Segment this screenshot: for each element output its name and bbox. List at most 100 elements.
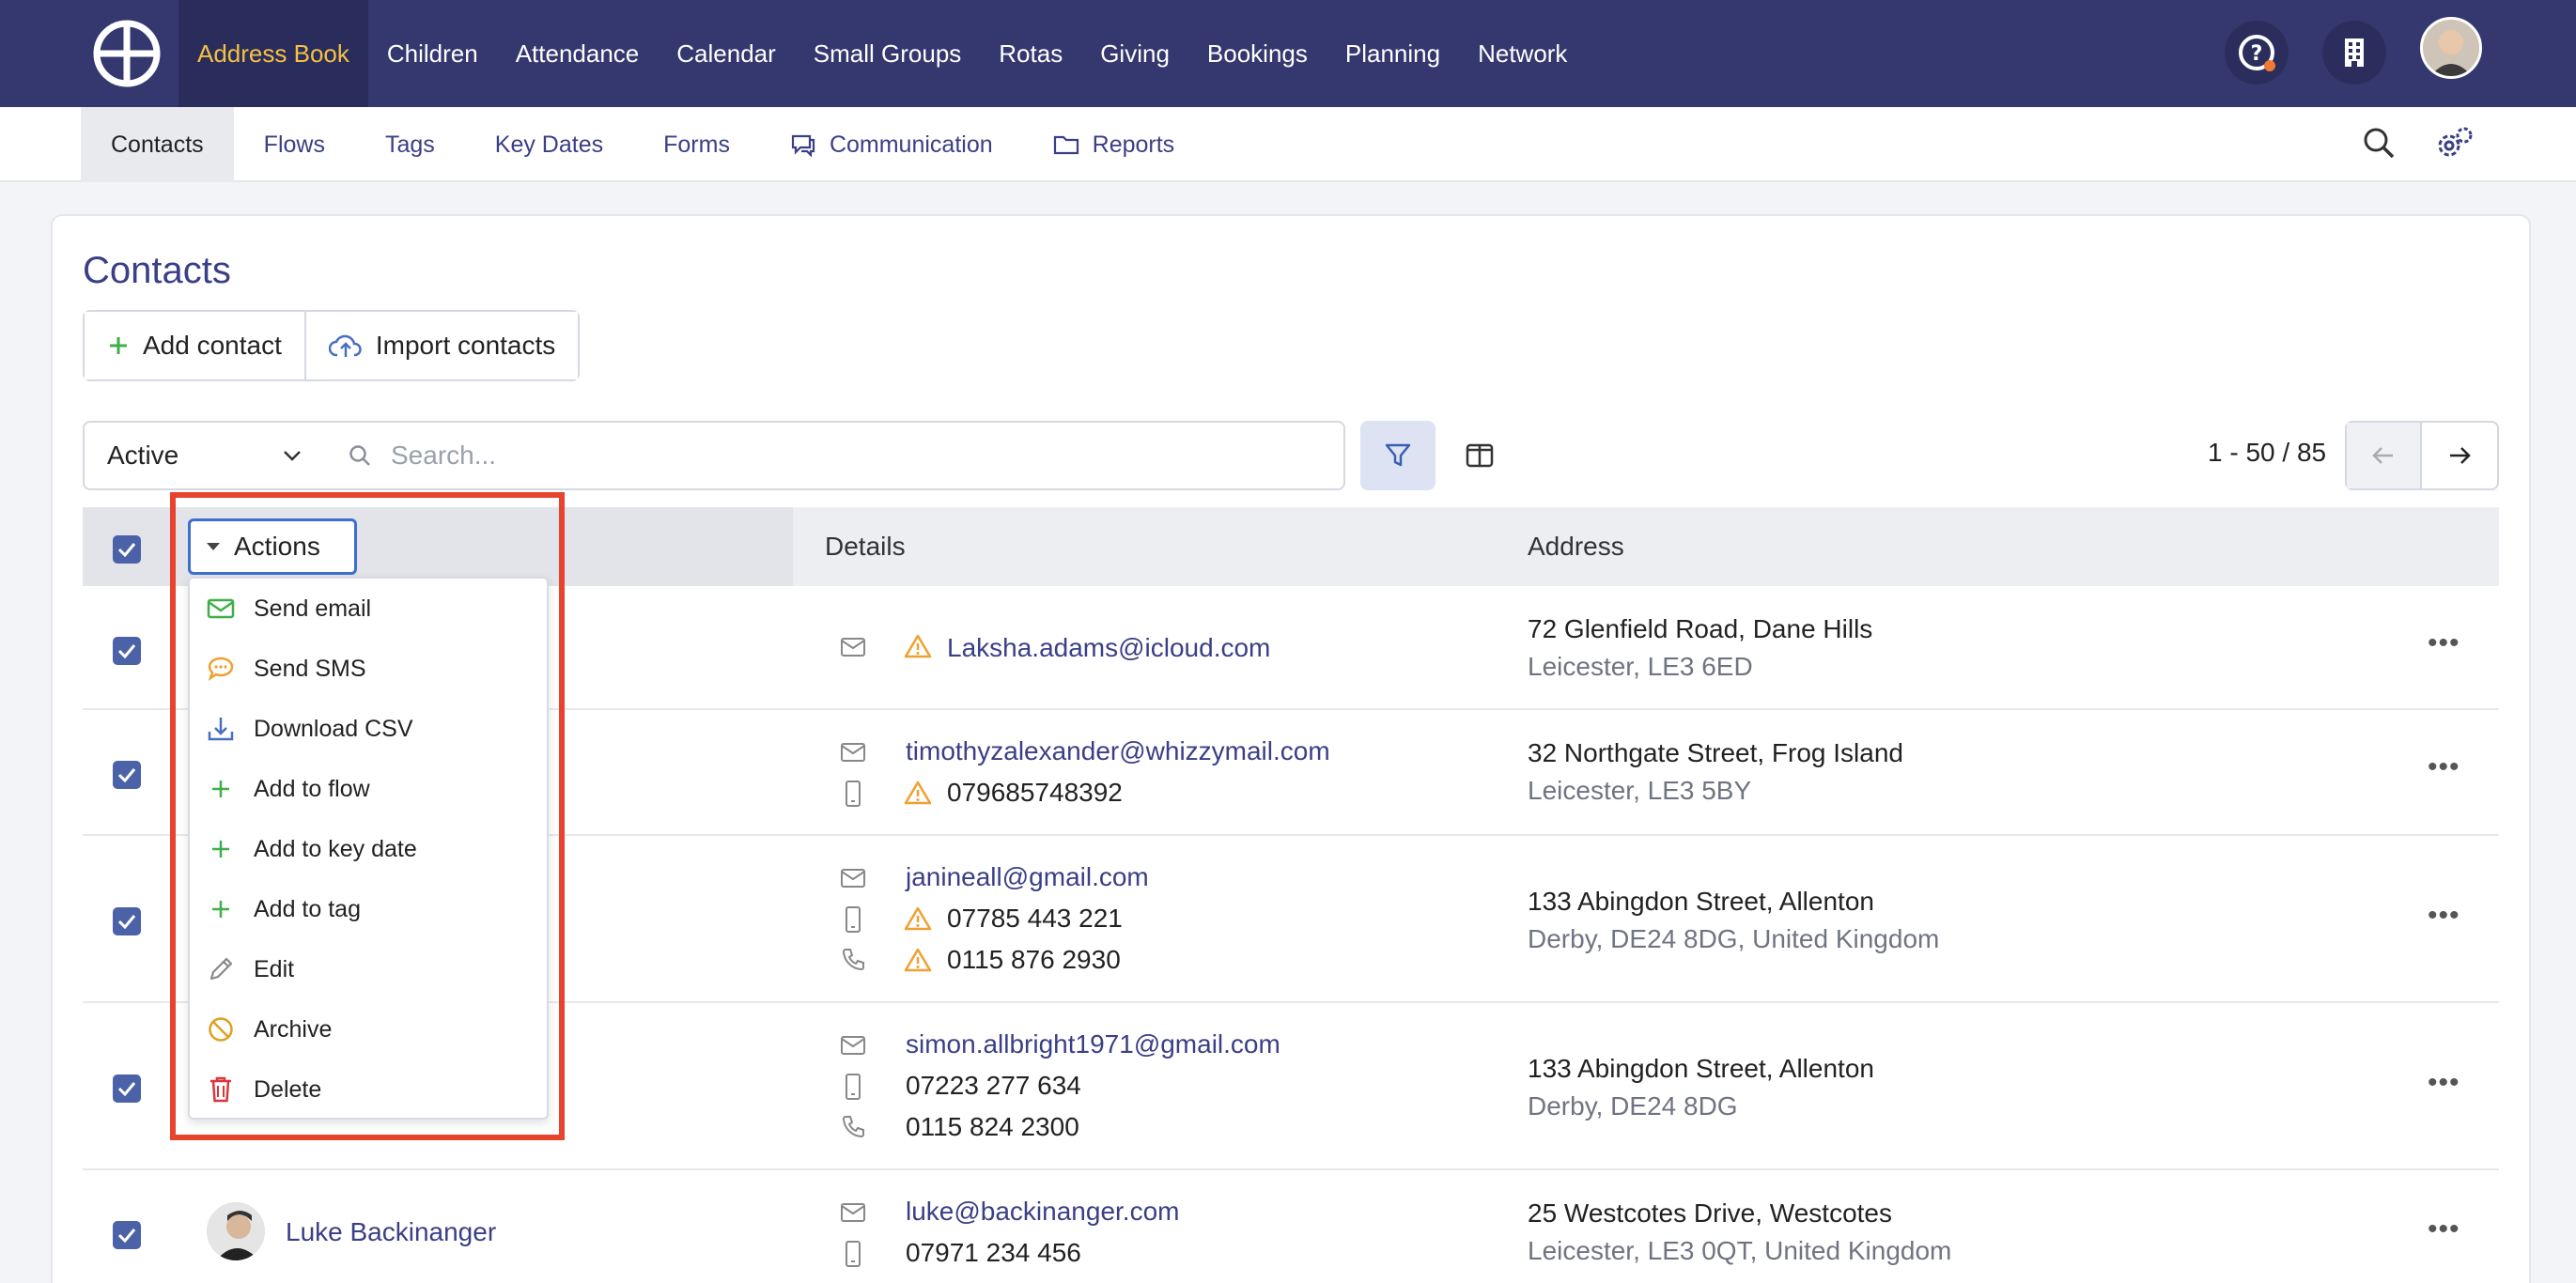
filter-button[interactable] [1360, 421, 1435, 490]
contact-email[interactable]: Laksha.adams@icloud.com [947, 633, 1270, 663]
menu-item-add-to-flow[interactable]: Add to flow [190, 759, 547, 819]
tab-flows[interactable]: Flows [234, 107, 355, 182]
contact-name[interactable]: Luke Backinanger [286, 1217, 496, 1247]
next-page-button[interactable] [2422, 423, 2497, 488]
actions-dropdown-button[interactable]: Actions [188, 518, 357, 575]
address-line2: Derby, DE24 8DG [1528, 1091, 1738, 1121]
menu-item-edit[interactable]: Edit [190, 939, 547, 999]
tab-tags[interactable]: Tags [355, 107, 465, 182]
arrow-right-icon [2450, 447, 2471, 464]
header-address[interactable]: Address [1528, 532, 1624, 562]
search-box [325, 421, 1345, 490]
prev-page-button[interactable] [2347, 423, 2422, 488]
svg-text:?: ? [2251, 42, 2263, 66]
menu-item-add-to-tag[interactable]: Add to tag [190, 879, 547, 939]
address-line1: 32 Northgate Street, Frog Island [1528, 738, 1903, 767]
search-icon[interactable] [2362, 126, 2396, 164]
gear-icon[interactable] [2435, 126, 2475, 166]
more-options-icon[interactable]: ••• [2428, 751, 2460, 783]
topnav-item-address-book[interactable]: Address Book [178, 0, 368, 107]
topnav-item-bookings[interactable]: Bookings [1188, 0, 1327, 107]
contact-mobile: 079685748392 [947, 778, 1123, 807]
caret-down-icon [207, 543, 220, 550]
envelope-icon [841, 1036, 865, 1055]
contact-email[interactable]: timothyzalexander@whizzymail.com [906, 736, 1330, 766]
warning-icon [904, 906, 932, 931]
user-avatar[interactable] [2420, 17, 2482, 79]
row-checkbox[interactable] [113, 637, 141, 665]
envelope-icon [207, 598, 235, 619]
columns-button[interactable] [1454, 421, 1505, 490]
row-checkbox[interactable] [113, 761, 141, 789]
contact-mobile: 07971 234 456 [906, 1238, 1081, 1267]
plus-icon [110, 337, 127, 354]
topnav-item-rotas[interactable]: Rotas [980, 0, 1081, 107]
row-divider [83, 1168, 2499, 1170]
chat-bubble-icon [208, 657, 234, 682]
mobile-icon [846, 906, 861, 933]
topnav-item-attendance[interactable]: Attendance [497, 0, 659, 107]
address-line1: 72 Glenfield Road, Dane Hills [1528, 614, 1873, 643]
address-line2: Derby, DE24 8DG, United Kingdom [1528, 924, 1940, 953]
plus-icon [212, 781, 229, 797]
avatar [207, 1202, 265, 1260]
row-checkbox[interactable] [113, 907, 141, 935]
envelope-icon [841, 743, 865, 762]
pagination-count: 1 - 50 / 85 [2208, 438, 2327, 467]
add-contact-button[interactable]: Add contact [85, 312, 304, 379]
status-select[interactable]: Active [83, 421, 327, 490]
tab-communication[interactable]: Communication [760, 107, 1023, 182]
topnav-item-children[interactable]: Children [368, 0, 497, 107]
more-options-icon[interactable]: ••• [2428, 1213, 2460, 1245]
menu-item-add-to-key-date[interactable]: Add to key date [190, 819, 547, 879]
more-options-icon[interactable]: ••• [2428, 1067, 2460, 1099]
mobile-icon [846, 781, 861, 807]
select-all-checkbox[interactable] [113, 535, 141, 564]
contact-email[interactable]: luke@backinanger.com [906, 1197, 1179, 1227]
menu-item-archive[interactable]: Archive [190, 999, 547, 1059]
menu-item-send-sms[interactable]: Send SMS [190, 639, 547, 699]
row-checkbox[interactable] [113, 1074, 141, 1103]
address-line2: Leicester, LE3 0QT, United Kingdom [1528, 1236, 1952, 1265]
menu-item-send-email[interactable]: Send email [190, 579, 547, 639]
topnav-item-calendar[interactable]: Calendar [658, 0, 795, 107]
building-icon[interactable] [2322, 21, 2386, 85]
header-details[interactable]: Details [825, 532, 906, 562]
row-checkbox[interactable] [113, 1221, 141, 1249]
contact-button-group: Add contact Import contacts [83, 310, 581, 381]
contact-email[interactable]: janineall@gmail.com [906, 862, 1149, 892]
address-line1: 133 Abingdon Street, Allenton [1528, 1054, 1874, 1083]
envelope-icon [841, 869, 865, 888]
warning-icon [904, 634, 932, 658]
page-title: Contacts [83, 250, 231, 291]
topnav-item-planning[interactable]: Planning [1327, 0, 1459, 107]
address-line2: Leicester, LE3 5BY [1528, 776, 1752, 805]
menu-item-delete[interactable]: Delete [190, 1059, 547, 1120]
tab-reports[interactable]: Reports [1023, 107, 1205, 182]
search-input[interactable] [391, 441, 1321, 471]
topnav-item-network[interactable]: Network [1459, 0, 1586, 107]
topnav-item-giving[interactable]: Giving [1081, 0, 1188, 107]
columns-icon [1466, 443, 1494, 468]
warning-icon [904, 781, 932, 805]
help-icon[interactable]: ? [2225, 21, 2289, 85]
more-options-icon[interactable]: ••• [2428, 900, 2460, 932]
tab-forms[interactable]: Forms [633, 107, 760, 182]
contact-email[interactable]: simon.allbright1971@gmail.com [906, 1029, 1280, 1059]
chat-icon [791, 134, 815, 157]
contact-mobile: 07785 443 221 [947, 904, 1123, 933]
more-options-icon[interactable]: ••• [2428, 627, 2460, 659]
import-contacts-button[interactable]: Import contacts [303, 312, 579, 379]
topnav-item-small-groups[interactable]: Small Groups [795, 0, 981, 107]
warning-icon [904, 948, 932, 972]
envelope-icon [841, 1203, 865, 1222]
logo-icon[interactable] [92, 19, 162, 88]
menu-item-download-csv[interactable]: Download CSV [190, 699, 547, 759]
sub-navbar: Contacts Flows Tags Key Dates Forms Comm… [0, 107, 2576, 182]
contact-phone: 0115 876 2930 [947, 945, 1121, 974]
tab-contacts[interactable]: Contacts [81, 107, 234, 182]
tab-key-dates[interactable]: Key Dates [465, 107, 633, 182]
envelope-icon [841, 638, 865, 657]
trash-icon [210, 1076, 231, 1103]
contact-mobile: 07223 277 634 [906, 1071, 1081, 1100]
